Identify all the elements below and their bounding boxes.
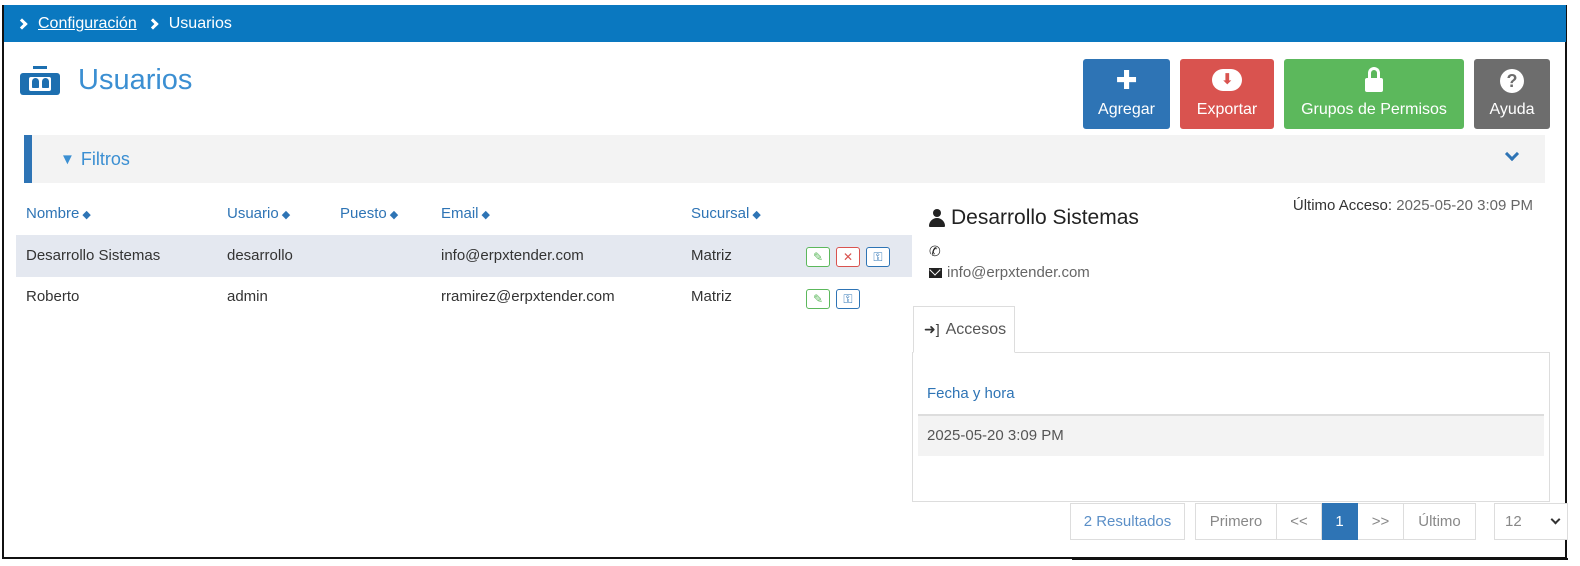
unlock-icon bbox=[1365, 67, 1383, 93]
cell-nombre: Roberto bbox=[26, 288, 80, 305]
detail-email-text: info@erpxtender.com bbox=[947, 264, 1090, 281]
chevron-right-icon bbox=[16, 17, 28, 30]
help-button-label: Ayuda bbox=[1489, 101, 1535, 118]
sort-icon: ◆ bbox=[481, 209, 490, 221]
last-access-value: 2025-05-20 3:09 PM bbox=[1396, 197, 1533, 214]
page-title: Usuarios bbox=[78, 63, 193, 96]
prev-page-button[interactable]: << bbox=[1277, 503, 1322, 540]
last-access: Último Acceso: 2025-05-20 3:09 PM bbox=[1293, 197, 1533, 214]
filters-label: Filtros bbox=[80, 148, 130, 169]
last-access-label: Último Acceso: bbox=[1292, 197, 1393, 214]
page-size-value: 12 bbox=[1505, 513, 1522, 530]
breadcrumb-configuracion-link[interactable]: Configuración bbox=[38, 15, 137, 33]
edit-icon[interactable]: ✎ bbox=[806, 247, 830, 267]
users-card-icon bbox=[18, 60, 60, 100]
filters-panel-toggle[interactable]: ▼ Filtros bbox=[24, 135, 1545, 183]
detail-name-text: Desarrollo Sistemas bbox=[951, 206, 1139, 229]
key-icon[interactable]: ⚿ bbox=[836, 289, 860, 309]
plus-icon: ✚ bbox=[1115, 65, 1138, 95]
column-header-nombre[interactable]: Nombre ◆ bbox=[26, 205, 91, 222]
help-button[interactable]: ? Ayuda bbox=[1474, 59, 1550, 129]
tab-accesos[interactable]: ➜] Accesos bbox=[913, 306, 1015, 353]
user-icon bbox=[929, 209, 945, 227]
phone-icon: ✆ bbox=[929, 243, 941, 259]
divider bbox=[1072, 558, 1568, 560]
cell-sucursal: Matriz bbox=[691, 288, 732, 305]
tab-accesos-label: Accesos bbox=[945, 320, 1007, 338]
page-header: Usuarios bbox=[18, 60, 192, 100]
breadcrumb-current: Usuarios bbox=[168, 14, 232, 32]
key-icon[interactable]: ⚿ bbox=[866, 247, 890, 267]
cell-usuario: admin bbox=[227, 288, 268, 305]
sign-in-icon: ➜] bbox=[924, 321, 940, 337]
last-page-button[interactable]: Último bbox=[1404, 503, 1476, 540]
detail-user-name: Desarrollo Sistemas bbox=[929, 206, 1139, 230]
table-row[interactable]: Roberto admin rramirez@erpxtender.com Ma… bbox=[16, 277, 912, 319]
column-header-puesto[interactable]: Puesto ◆ bbox=[340, 205, 398, 222]
column-header-usuario[interactable]: Usuario ◆ bbox=[227, 205, 290, 222]
sort-icon: ◆ bbox=[389, 209, 399, 221]
chevron-down-icon[interactable] bbox=[1504, 146, 1520, 162]
next-page-button[interactable]: >> bbox=[1358, 503, 1404, 540]
chevron-right-icon bbox=[147, 17, 159, 30]
cell-usuario: desarrollo bbox=[227, 247, 293, 264]
export-button[interactable]: Exportar bbox=[1180, 59, 1274, 129]
export-button-label: Exportar bbox=[1196, 101, 1258, 118]
access-row: 2025-05-20 3:09 PM bbox=[918, 416, 1544, 456]
cell-email: rramirez@erpxtender.com bbox=[441, 288, 615, 305]
permission-groups-button[interactable]: Grupos de Permisos bbox=[1284, 59, 1464, 129]
action-toolbar: ✚ Agregar Exportar Grupos de Permisos ? … bbox=[1083, 59, 1550, 129]
table-row[interactable]: Desarrollo Sistemas desarrollo info@erpx… bbox=[16, 235, 912, 277]
results-count: 2 Resultados bbox=[1070, 503, 1185, 540]
filter-icon: ▼ bbox=[60, 150, 75, 168]
permission-groups-button-label: Grupos de Permisos bbox=[1301, 101, 1447, 118]
sort-icon: ◆ bbox=[82, 209, 91, 221]
breadcrumb: Configuración Usuarios bbox=[4, 5, 1566, 42]
cell-nombre: Desarrollo Sistemas bbox=[26, 247, 161, 264]
add-button-label: Agregar bbox=[1098, 101, 1155, 118]
page-1-button[interactable]: 1 bbox=[1322, 503, 1358, 540]
cell-sucursal: Matriz bbox=[691, 247, 732, 264]
accesos-column-header: Fecha y hora bbox=[927, 385, 1015, 402]
envelope-icon bbox=[929, 267, 942, 278]
column-header-sucursal[interactable]: Sucursal ◆ bbox=[691, 205, 761, 222]
sort-icon: ◆ bbox=[281, 209, 291, 221]
column-header-email[interactable]: Email ◆ bbox=[441, 205, 490, 222]
chevron-down-icon bbox=[1550, 514, 1561, 525]
add-button[interactable]: ✚ Agregar bbox=[1083, 59, 1170, 129]
edit-icon[interactable]: ✎ bbox=[806, 289, 830, 309]
first-page-button[interactable]: Primero bbox=[1195, 503, 1277, 540]
cell-email: info@erpxtender.com bbox=[441, 247, 584, 264]
detail-email: info@erpxtender.com bbox=[929, 264, 1090, 281]
page-size-select[interactable]: 12 bbox=[1494, 503, 1568, 540]
question-circle-icon: ? bbox=[1500, 69, 1524, 93]
cloud-download-icon bbox=[1212, 69, 1242, 91]
sort-icon: ◆ bbox=[752, 209, 761, 221]
delete-icon[interactable]: ✕ bbox=[836, 247, 860, 267]
